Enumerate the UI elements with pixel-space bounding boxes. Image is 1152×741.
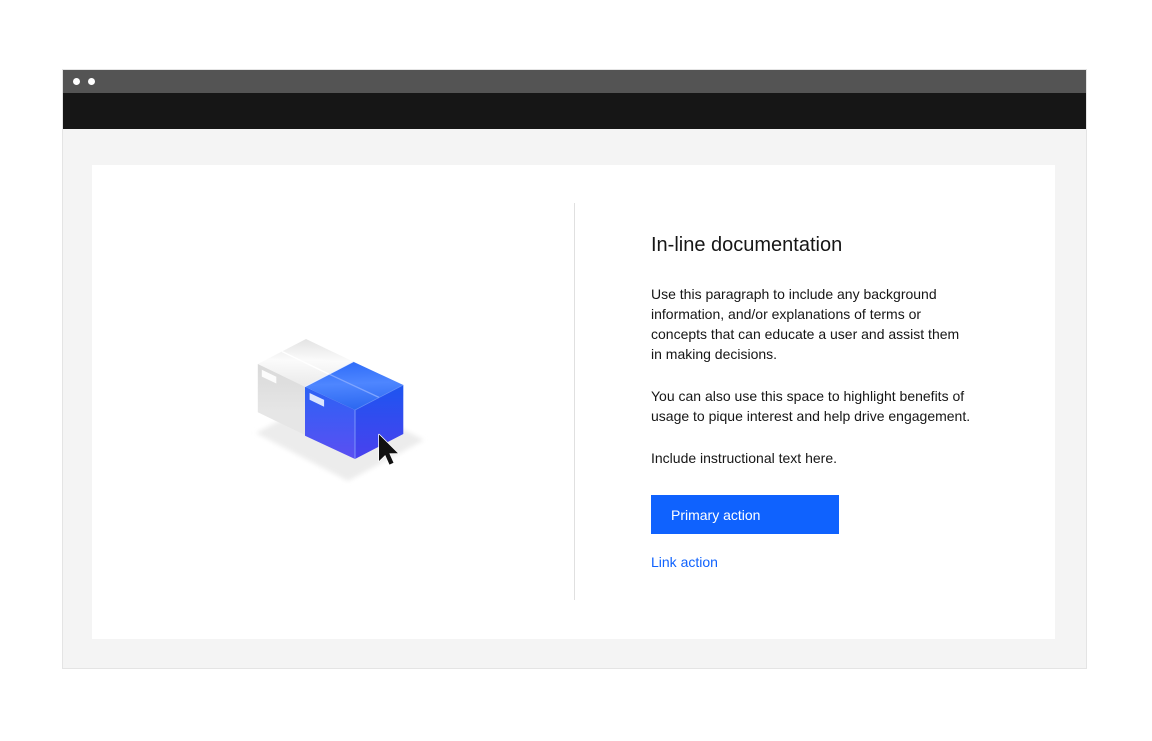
body-paragraph: Use this paragraph to include any backgr… bbox=[651, 284, 1023, 364]
primary-action-button[interactable]: Primary action bbox=[651, 495, 839, 534]
window-control-dot[interactable] bbox=[88, 78, 95, 85]
link-action[interactable]: Link action bbox=[651, 554, 718, 570]
documentation-column: In-line documentation Use this paragraph… bbox=[651, 232, 1023, 572]
app-header-bar bbox=[63, 93, 1086, 129]
body-paragraph: You can also use this space to highlight… bbox=[651, 386, 1023, 426]
window-control-dot[interactable] bbox=[73, 78, 80, 85]
window-titlebar bbox=[63, 70, 1086, 93]
page-title: In-line documentation bbox=[651, 232, 1023, 258]
body-paragraph: Include instructional text here. bbox=[651, 448, 1023, 468]
vertical-divider bbox=[574, 203, 575, 600]
browser-window: In-line documentation Use this paragraph… bbox=[63, 70, 1086, 668]
boxes-illustration bbox=[248, 330, 428, 490]
inline-doc-card: In-line documentation Use this paragraph… bbox=[92, 165, 1055, 639]
